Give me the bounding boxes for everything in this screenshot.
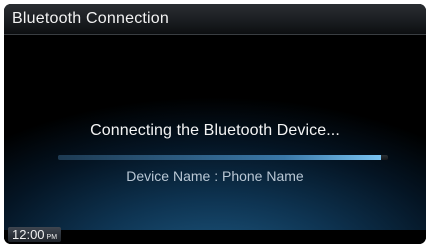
status-bar: 12:00 PM xyxy=(4,227,426,244)
clock-time: 12:00 xyxy=(12,227,45,242)
head-unit-screen: Bluetooth Connection Connecting the Blue… xyxy=(4,4,426,244)
connection-panel: Connecting the Bluetooth Device... Devic… xyxy=(4,35,426,236)
status-message: Connecting the Bluetooth Device... xyxy=(90,122,340,139)
clock-ampm: PM xyxy=(46,234,58,241)
title-bar: Bluetooth Connection xyxy=(4,4,426,35)
device-name-label: Device Name : Phone Name xyxy=(126,168,304,184)
page-title: Bluetooth Connection xyxy=(12,10,169,27)
progress-fill xyxy=(58,155,382,160)
clock: 12:00 PM xyxy=(8,227,62,242)
connection-progress-bar xyxy=(58,155,388,160)
